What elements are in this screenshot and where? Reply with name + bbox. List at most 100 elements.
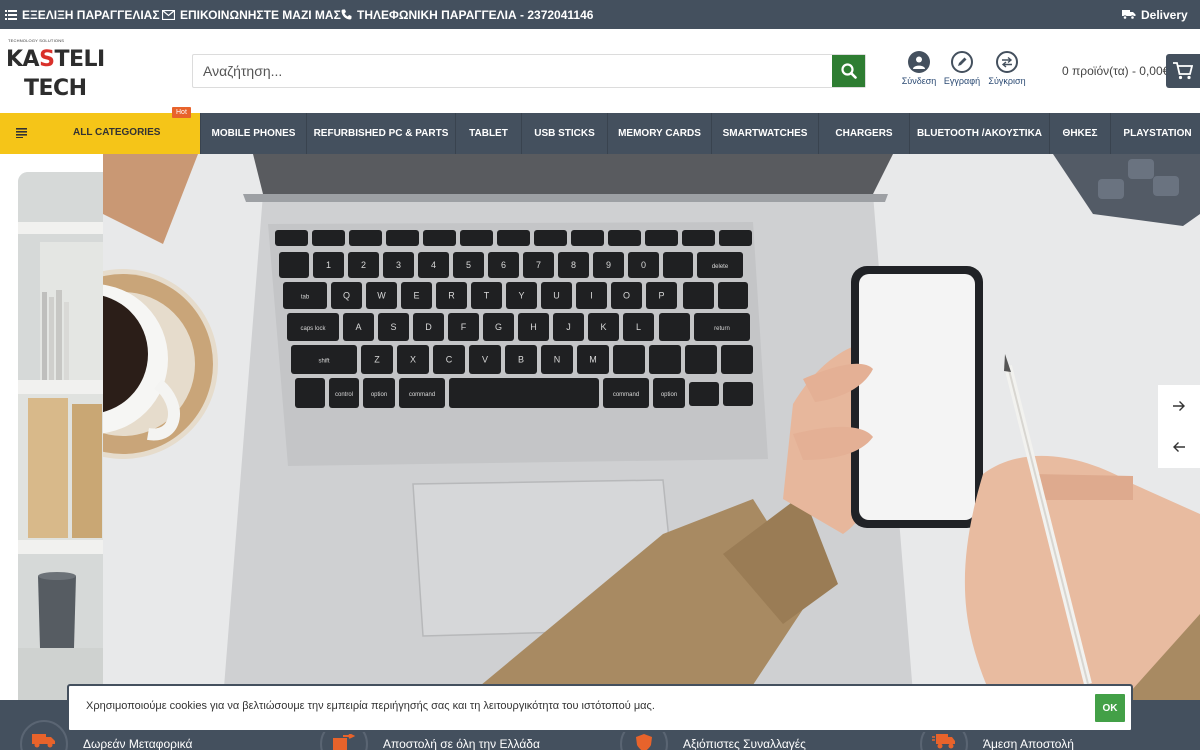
laptop-key [279,252,309,278]
nav-item-playstation[interactable]: PLAYSTATION [1110,113,1200,154]
delivery-truck-icon [1122,10,1136,20]
control-key-label: control [335,392,353,398]
laptop-key [349,230,382,246]
laptop-key [571,230,604,246]
logo-tagline: TECHNOLOGY SOLUTIONS [8,38,65,43]
list-icon [5,10,17,20]
compare-arrows-icon [996,51,1018,73]
contact-link[interactable]: ΕΠΙΚΟΙΝΩΝΗΣΤΕ ΜΑΖΙ ΜΑΣ [162,0,341,29]
search-button[interactable] [832,55,865,87]
laptop-key [449,378,599,408]
laptop-key-label: D [425,322,432,332]
laptop-key [689,382,719,406]
laptop-key-label: S [390,322,396,332]
laptop-key [295,378,325,408]
laptop-key [682,230,715,246]
nav-item-cases[interactable]: ΘΗΚΕΣ [1049,113,1110,154]
truck-icon [20,720,68,750]
laptop-key-label: 3 [396,260,401,270]
nav-item-bluetooth[interactable]: BLUETOOTH /ΑΚΟΥΣΤΙΚΑ [909,113,1049,154]
laptop-key-label: B [518,355,524,365]
arrow-right-icon [1173,401,1185,411]
laptop-key [534,230,567,246]
laptop-key-label: K [600,322,606,332]
nav-item-chargers[interactable]: CHARGERS [818,113,909,154]
laptop-key-label: H [530,322,537,332]
compare-button[interactable]: Σύγκριση [982,51,1032,86]
laptop-key-label: N [554,355,561,365]
laptop-key-label: 0 [641,260,646,270]
laptop-key-label: W [377,291,386,301]
phone-order-link[interactable]: ΤΗΛΕΦΩΝΙΚΗ ΠΑΡΑΓΓΕΛΙΑ - 2372041146 [341,0,593,29]
next-slide-button[interactable] [1158,385,1200,427]
track-order-link[interactable]: ΕΞΕΛΙΞΗ ΠΑΡΑΓΓΕΛΙΑΣ [5,0,160,29]
cookie-message: Χρησιμοποιούμε cookies για να βελτιώσουμ… [86,700,655,712]
laptop-key-label: V [482,355,488,365]
laptop-key-label: O [623,291,630,301]
feature-title: Άμεση Αποστολή [983,737,1074,750]
option-key-label: option [371,392,387,398]
top-bar: ΕΞΕΛΙΞΗ ΠΑΡΑΓΓΕΛΙΑΣ ΕΠΙΚΟΙΝΩΝΗΣΤΕ ΜΑΖΙ Μ… [0,0,1200,29]
laptop-key-label: J [566,322,571,332]
previous-slide-button[interactable] [1158,426,1200,468]
nav-item-mobile-phones[interactable]: MOBILE PHONES [200,113,306,154]
register-label: Εγγραφή [943,76,981,86]
contact-label: ΕΠΙΚΟΙΝΩΝΗΣΤΕ ΜΑΖΙ ΜΑΣ [180,7,341,22]
hero-slide-image[interactable]: 1 2 3 4 5 6 7 8 9 0 delete tab Q W E R T Y U I O Pcaps lock A S… [103,154,1200,700]
laptop-key [460,230,493,246]
hot-badge: Hot [172,107,191,118]
laptop-key [645,230,678,246]
cart-button[interactable] [1166,54,1200,88]
phone-icon [341,9,352,20]
laptop-key-label: X [410,355,416,365]
delete-key-label: delete [712,264,729,270]
laptop-key-label: 6 [501,260,506,270]
laptop-key-label: 8 [571,260,576,270]
delivery-label: Delivery [1141,7,1188,22]
laptop-key [386,230,419,246]
laptop-key [649,345,681,374]
laptop-key-label: G [495,322,502,332]
laptop-key-label: U [553,291,560,301]
all-categories-label: ALL CATEGORIES [73,127,161,138]
all-categories-button[interactable]: ALL CATEGORIES Hot [0,107,200,154]
laptop-key [312,230,345,246]
delivery-link[interactable]: Delivery [1122,0,1188,29]
command-key-label: command [613,392,639,398]
laptop-key [423,230,456,246]
laptop-key-label: R [448,291,455,301]
hero-slider: 1 2 3 4 5 6 7 8 9 0 delete tab Q W E R T Y U I O Pcaps lock A S… [0,154,1200,700]
laptop-key-label: Y [518,291,524,301]
laptop-key-label: P [658,291,664,301]
track-order-label: ΕΞΕΛΙΞΗ ΠΑΡΑΓΓΕΛΙΑΣ [22,7,160,22]
cart-summary[interactable]: 0 προϊόν(τα) - 0,00€ [1062,64,1169,78]
laptop-key-label: A [355,322,361,332]
laptop-key [659,313,690,341]
laptop-key-label: E [413,291,419,301]
nav-item-usb-sticks[interactable]: USB STICKS [521,113,607,154]
cookie-accept-button[interactable]: OK [1095,694,1125,722]
site-logo[interactable]: TECHNOLOGY SOLUTIONS KASTELI TECH [6,34,106,104]
previous-slide-image [18,172,104,700]
laptop-key-label: 1 [326,260,331,270]
phone-order-label: ΤΗΛΕΦΩΝΙΚΗ ΠΑΡΑΓΓΕΛΙΑ - 2372041146 [357,7,594,22]
laptop-key [275,230,308,246]
return-key-label: return [714,326,730,332]
laptop-key [497,230,530,246]
user-icon [908,51,930,73]
option-key-label: option [661,392,677,398]
register-button[interactable]: Εγγραφή [937,51,987,86]
nav-item-memory-cards[interactable]: MEMORY CARDS [607,113,711,154]
laptop-key [718,282,748,309]
nav-item-smartwatches[interactable]: SMARTWATCHES [711,113,818,154]
nav-item-tablet[interactable]: TABLET [455,113,521,154]
logo-wordmark-top: KASTELI [6,47,105,72]
laptop-key-label: 9 [606,260,611,270]
menu-icon [16,128,27,138]
nav-item-refurbished-pc[interactable]: REFURBISHED PC & PARTS [306,113,455,154]
category-menu: MOBILE PHONES REFURBISHED PC & PARTS TAB… [200,113,1200,154]
feature-title: Αποστολή σε όλη την Ελλάδα [383,737,540,750]
caps-key-label: caps lock [300,326,326,332]
tab-key-label: tab [301,295,310,301]
search-input[interactable] [193,55,833,87]
